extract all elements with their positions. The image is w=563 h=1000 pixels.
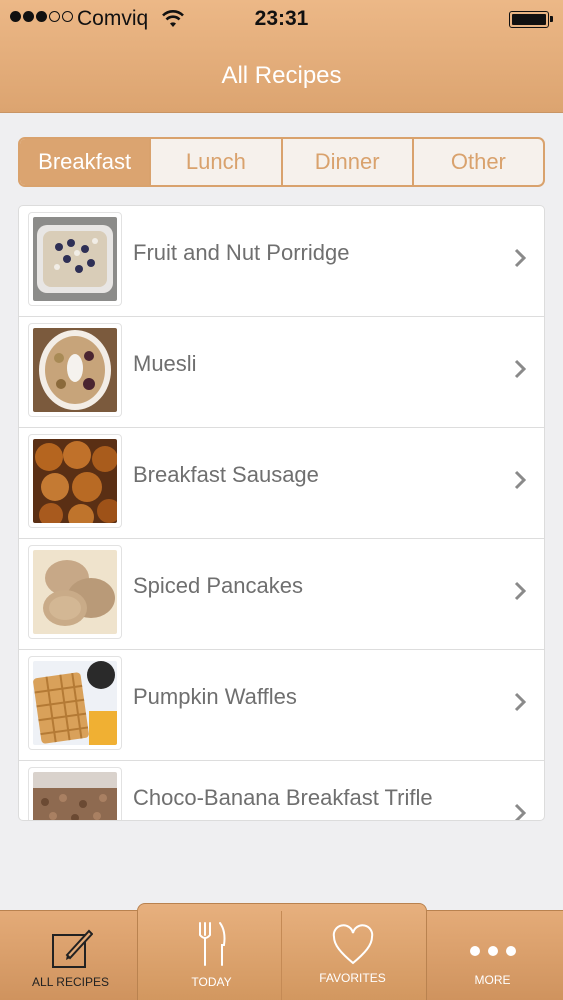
fork-knife-icon [198,922,225,966]
tab-today[interactable]: TODAY [141,911,282,1000]
recipe-name: Spiced Pancakes [133,573,303,598]
chevron-right-icon [514,692,526,712]
recipe-thumbnail [28,434,122,530]
recipe-name: Muesli [133,351,197,376]
recipe-thumbnail [28,545,122,639]
segment-dinner[interactable]: Dinner [280,139,412,185]
recipe-name: Fruit and Nut Porridge [133,240,350,265]
chevron-right-icon [514,359,526,379]
meal-segmented-control: Breakfast Lunch Dinner Other [18,137,545,187]
tab-all-recipes[interactable]: ALL RECIPES [0,911,141,1000]
tab-label: MORE [474,973,511,987]
tab-label: TODAY [191,975,232,989]
chevron-right-icon [514,803,526,820]
recipe-name: Breakfast Sausage [133,462,319,487]
chevron-right-icon [514,581,526,601]
recipe-thumbnail [28,767,122,820]
muesli-image [33,328,117,412]
list-item[interactable]: Pumpkin Waffles [19,650,544,761]
list-item[interactable]: Spiced Pancakes [19,539,544,650]
status-bar: Comviq 23:31 [0,0,563,40]
list-item[interactable]: Choco-Banana Breakfast Trifle [19,761,544,820]
page-title: All Recipes [221,62,342,89]
recipe-thumbnail [28,212,122,306]
tab-label: ALL RECIPES [32,975,109,989]
battery-icon [509,11,553,28]
recipe-list: Fruit and Nut Porridge Muesli Breakfast … [18,205,545,821]
sausage-image [33,439,121,530]
list-item[interactable]: Fruit and Nut Porridge [19,206,544,317]
tab-label: FAVORITES [319,971,386,985]
more-dots-icon [469,946,516,956]
porridge-image [33,217,117,301]
list-item[interactable]: Muesli [19,317,544,428]
navigation-bar: Comviq 23:31 All Recipes [0,0,563,113]
heart-icon [332,924,373,965]
edit-icon [51,929,93,968]
tab-favorites[interactable]: FAVORITES [282,911,423,1000]
pancakes-image [33,550,117,634]
tab-bar: ALL RECIPES TODAY FAVORITES MORE [0,903,563,1000]
clock: 23:31 [254,7,309,30]
trifle-image [33,772,117,820]
segment-breakfast[interactable]: Breakfast [20,139,150,185]
list-item[interactable]: Breakfast Sausage [19,428,544,539]
segment-lunch[interactable]: Lunch [149,139,280,185]
segment-other[interactable]: Other [411,139,543,185]
tab-more[interactable]: MORE [422,911,563,1000]
recipe-name: Choco-Banana Breakfast Trifle [133,785,433,810]
recipe-thumbnail [28,323,122,417]
chevron-right-icon [514,248,526,268]
waffles-image [33,661,117,745]
recipe-name: Pumpkin Waffles [133,684,297,709]
recipe-thumbnail [28,656,122,750]
chevron-right-icon [514,470,526,490]
